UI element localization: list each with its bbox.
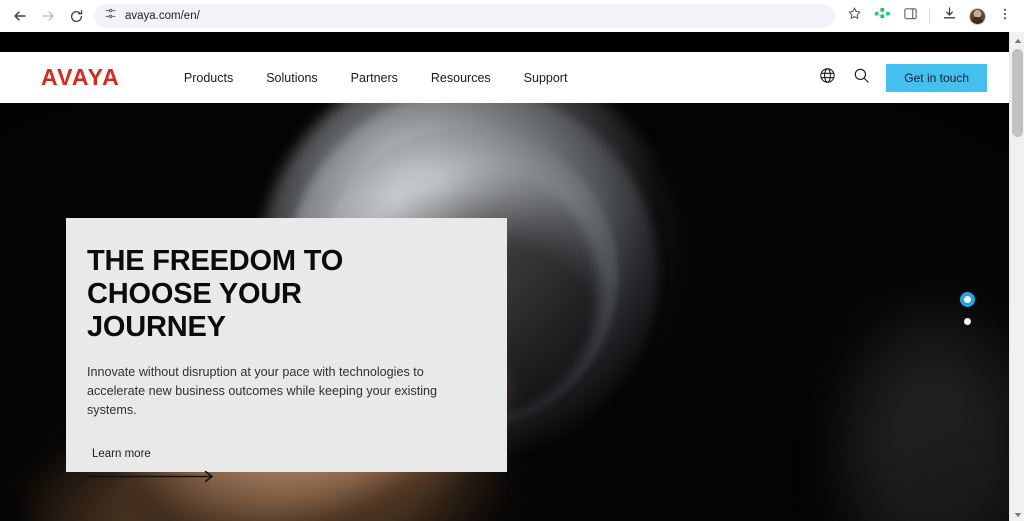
- profile-avatar: [968, 7, 986, 25]
- side-panel-button[interactable]: [897, 3, 923, 29]
- browser-toolbar: avaya.com/en/: [0, 0, 1024, 32]
- header-actions: Get in touch: [818, 63, 987, 92]
- hero-section: NGINE THE FREEDOM TO CHOOSE YOUR JOURNEY…: [0, 103, 1009, 521]
- learn-more-label: Learn more: [92, 447, 151, 460]
- tune-icon[interactable]: [104, 7, 117, 25]
- toolbar-icon-group: [841, 3, 1018, 29]
- nav-item-solutions[interactable]: Solutions: [266, 71, 317, 85]
- learn-more-link[interactable]: Learn more: [86, 447, 215, 488]
- hero-subtitle: Innovate without disruption at your pace…: [87, 365, 438, 418]
- three-dot-menu-icon: [998, 7, 1012, 26]
- nav-item-resources[interactable]: Resources: [431, 71, 491, 85]
- get-in-touch-button[interactable]: Get in touch: [886, 63, 987, 92]
- hero-content-card: THE FREEDOM TO CHOOSE YOUR JOURNEY Innov…: [66, 218, 507, 483]
- scroll-down-arrow-icon: [1014, 505, 1022, 521]
- browser-window: avaya.com/en/ AVAYA Products Solutions P…: [0, 0, 1024, 521]
- search-button[interactable]: [852, 67, 870, 89]
- reload-button[interactable]: [62, 2, 90, 30]
- carousel-dot-1[interactable]: [960, 292, 975, 307]
- scroll-up-button[interactable]: [1010, 32, 1024, 47]
- globe-icon: [819, 67, 836, 89]
- profile-button[interactable]: [964, 3, 990, 29]
- site-header: AVAYA Products Solutions Partners Resour…: [0, 52, 1009, 103]
- star-icon: [847, 6, 862, 26]
- reload-icon: [69, 9, 84, 24]
- forward-button[interactable]: [34, 2, 62, 30]
- avaya-logo[interactable]: AVAYA: [41, 66, 120, 89]
- chrome-menu-button[interactable]: [992, 3, 1018, 29]
- search-icon: [853, 67, 870, 89]
- toolbar-divider: [929, 8, 930, 24]
- forward-arrow-icon: [40, 8, 56, 24]
- address-bar[interactable]: avaya.com/en/: [94, 4, 835, 28]
- scroll-thumb[interactable]: [1012, 49, 1023, 137]
- long-arrow-right-icon: [86, 470, 215, 488]
- back-arrow-icon: [12, 8, 28, 24]
- back-button[interactable]: [6, 2, 34, 30]
- main-navigation: Products Solutions Partners Resources Su…: [184, 71, 568, 85]
- bookmark-button[interactable]: [841, 3, 867, 29]
- nav-item-support[interactable]: Support: [524, 71, 568, 85]
- address-bar-url[interactable]: avaya.com/en/: [125, 10, 200, 22]
- nav-item-products[interactable]: Products: [184, 71, 233, 85]
- side-panel-icon: [903, 6, 918, 26]
- scroll-up-arrow-icon: [1014, 31, 1022, 49]
- downloads-button[interactable]: [936, 3, 962, 29]
- page-viewport: AVAYA Products Solutions Partners Resour…: [0, 32, 1009, 521]
- scroll-down-button[interactable]: [1010, 506, 1024, 521]
- extensions-button[interactable]: [869, 3, 895, 29]
- extension-cluster-icon: [874, 7, 891, 25]
- page-scrollbar[interactable]: [1009, 32, 1024, 521]
- language-button[interactable]: [818, 67, 836, 89]
- nav-item-partners[interactable]: Partners: [351, 71, 398, 85]
- carousel-dots: [960, 292, 975, 325]
- hero-headline: THE FREEDOM TO CHOOSE YOUR JOURNEY: [87, 245, 344, 343]
- carousel-dot-2[interactable]: [964, 318, 971, 325]
- download-icon: [942, 6, 957, 26]
